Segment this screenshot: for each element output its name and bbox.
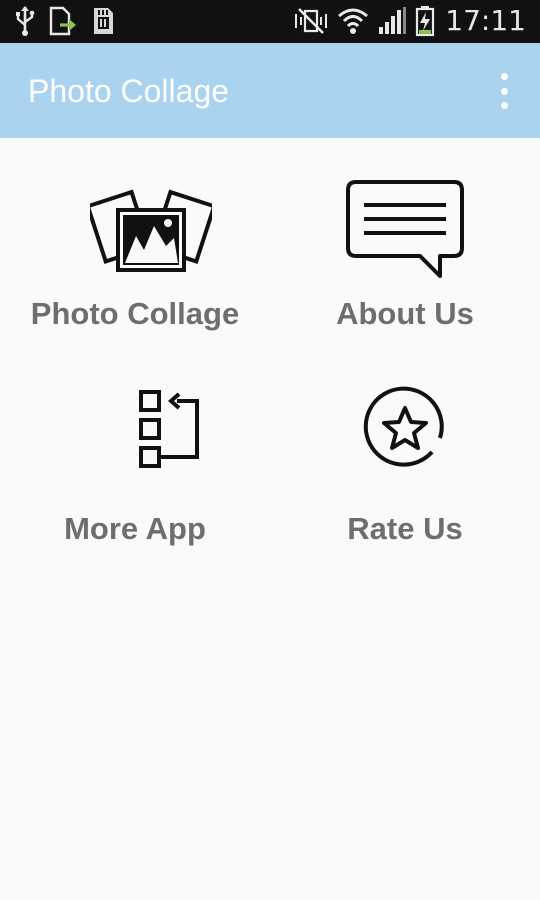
- photo-collage-icon: [85, 188, 217, 281]
- about-us-label: About Us: [336, 296, 474, 331]
- status-clock: 17:11: [445, 4, 526, 37]
- photo-collage-button[interactable]: Photo Collage: [10, 170, 260, 340]
- about-us-button[interactable]: About Us: [280, 170, 530, 340]
- app-bar: Photo Collage: [0, 43, 540, 138]
- more-app-button[interactable]: More App: [10, 380, 260, 550]
- signal-icon: [377, 5, 407, 37]
- status-bar: 17:11: [0, 0, 540, 43]
- rate-us-label: Rate Us: [347, 511, 463, 546]
- mute-icon: [293, 5, 329, 37]
- app-title: Photo Collage: [28, 73, 230, 109]
- file-upload-icon: [48, 5, 78, 37]
- star-circle-icon: [362, 386, 448, 477]
- more-apps-icon: [135, 386, 205, 477]
- battery-charging-icon: [415, 5, 435, 37]
- status-bar-system: 17:11: [293, 4, 526, 38]
- sd-card-icon: [90, 5, 116, 37]
- status-bar-notifications: [14, 5, 116, 37]
- more-app-label: More App: [64, 511, 206, 546]
- chat-bubble-icon: [344, 178, 466, 287]
- rate-us-button[interactable]: Rate Us: [280, 380, 530, 550]
- usb-icon: [14, 5, 36, 37]
- overflow-menu-icon[interactable]: [494, 73, 514, 109]
- wifi-icon: [337, 5, 369, 37]
- photo-collage-label: Photo Collage: [30, 296, 240, 331]
